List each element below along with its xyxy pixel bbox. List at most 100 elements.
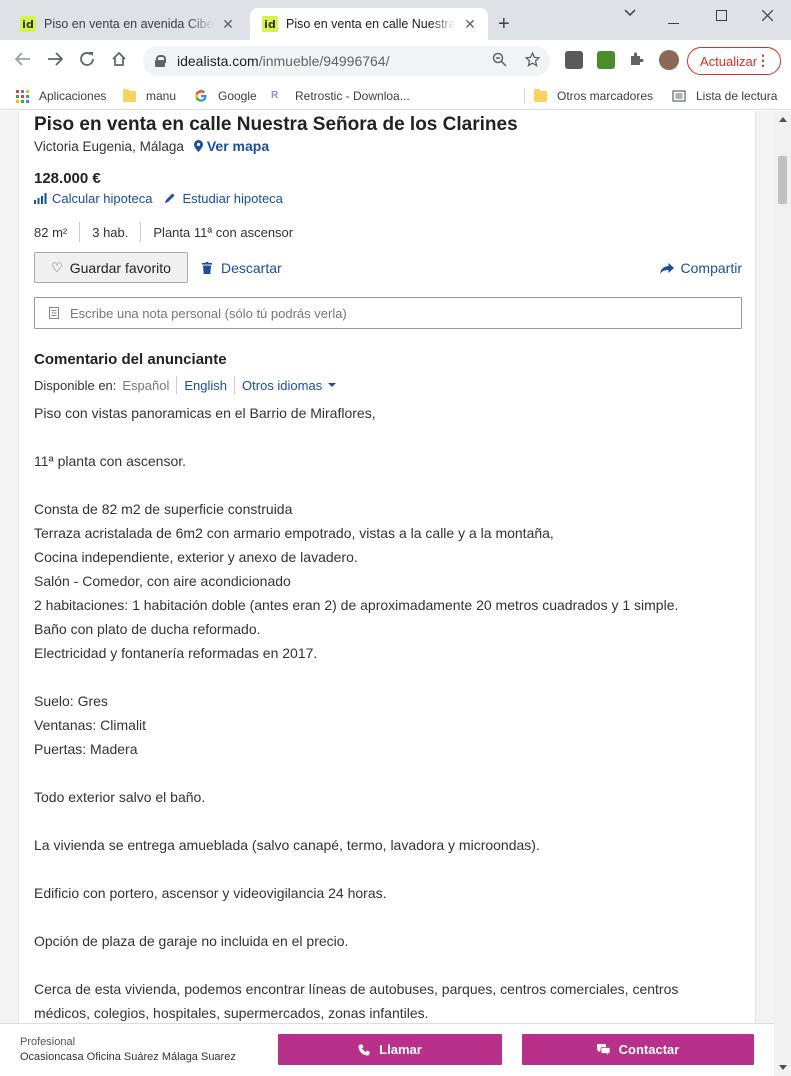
- bookmark-retrostic[interactable]: R Retrostic - Downloa...: [271, 87, 410, 105]
- phone-icon: [358, 1044, 370, 1055]
- tab-title: Piso en venta en avenida Cibeles: [44, 17, 214, 31]
- retrostic-icon: R: [271, 90, 279, 101]
- listing-title: Piso en venta en calle Nuestra Señora de…: [34, 114, 518, 135]
- share-button[interactable]: Compartir: [659, 260, 742, 276]
- description-line: Puertas: Madera: [34, 741, 138, 757]
- chat-icon: [596, 1044, 610, 1055]
- description-line: [34, 473, 742, 497]
- description-line: Ventanas: Climalit: [34, 717, 147, 733]
- zoom-icon[interactable]: [492, 52, 507, 71]
- description-line: [34, 665, 742, 689]
- close-tab-icon[interactable]: ✕: [220, 16, 236, 33]
- description-line: Baño con plato de ducha reformado.: [34, 621, 261, 637]
- mortgage-links: Calcular hipoteca Estudiar hipoteca: [34, 191, 283, 206]
- lang-english[interactable]: English: [176, 376, 234, 394]
- reading-list-icon: [672, 90, 686, 102]
- browser-tab[interactable]: id Piso en venta en avenida Cibeles ✕: [8, 8, 246, 40]
- close-tab-icon[interactable]: ✕: [462, 16, 478, 33]
- map-pin-icon: [193, 140, 203, 152]
- description-line: Electricidad y fontanería reformadas en …: [34, 645, 318, 661]
- close-window-icon[interactable]: [761, 8, 774, 24]
- home-icon[interactable]: [110, 50, 128, 72]
- bookmark-apps[interactable]: Aplicaciones: [16, 87, 106, 105]
- description-line: [34, 953, 742, 977]
- bookmark-manu[interactable]: manu: [123, 87, 176, 105]
- forward-icon[interactable]: [46, 50, 64, 72]
- description-line: 11ª planta con ascensor.: [34, 453, 187, 469]
- extension-icon[interactable]: [597, 51, 615, 69]
- reload-icon[interactable]: [78, 50, 96, 72]
- call-button[interactable]: Llamar: [278, 1034, 502, 1065]
- advertiser-comment-heading: Comentario del anunciante: [34, 351, 227, 368]
- listing-features: 82 m² 3 hab. Planta 11ª con ascensor: [34, 222, 305, 242]
- description-line: Salón - Comedor, con aire acondicionado: [34, 573, 291, 589]
- description-line: Consta de 82 m2 de superficie construida: [34, 501, 293, 517]
- bookmarks-bar: Aplicaciones manu Google R Retrostic - D…: [0, 82, 791, 110]
- bookmarks-divider: [524, 88, 525, 104]
- tab-search-chevron-icon[interactable]: [624, 4, 636, 20]
- view-map-link[interactable]: Ver mapa: [188, 138, 269, 154]
- description-line: médicos, colegios, hospitales, supermerc…: [34, 1005, 429, 1021]
- idealista-favicon-icon: id: [262, 16, 278, 32]
- scroll-thumb[interactable]: [778, 156, 787, 204]
- bookmark-google[interactable]: Google: [194, 87, 257, 105]
- agent-type: Profesional: [20, 1036, 76, 1048]
- description-line: Cerca de esta vivienda, podemos encontra…: [34, 981, 679, 997]
- description-line: Suelo: Gres: [34, 693, 108, 709]
- url-path: /inmueble/94996764/: [258, 53, 390, 69]
- note-placeholder: Escribe una nota personal (sólo tú podrá…: [70, 305, 347, 321]
- description-line: 2 habitaciones: 1 habitación doble (ante…: [34, 597, 679, 613]
- folder-icon: [534, 88, 547, 102]
- apps-grid-icon: [16, 89, 29, 103]
- menu-dots-icon[interactable]: ⋮: [756, 52, 770, 69]
- listing-location: Victoria Eugenia, Málaga Ver mapa: [34, 138, 269, 154]
- description-line: Todo exterior salvo el baño.: [34, 789, 206, 805]
- personal-note-input[interactable]: Escribe una nota personal (sólo tú podrá…: [34, 297, 742, 329]
- study-mortgage-link[interactable]: Estudiar hipoteca: [182, 191, 282, 206]
- extensions-puzzle-icon[interactable]: [628, 51, 644, 71]
- new-tab-icon[interactable]: +: [498, 14, 510, 34]
- feature-area: 82 m²: [34, 224, 68, 240]
- description-line: La vivienda se entrega amueblada (salvo …: [34, 837, 540, 853]
- lock-icon[interactable]: [155, 55, 166, 67]
- scroll-down-icon[interactable]: [779, 1065, 787, 1070]
- description-line: Piso con vistas panoramicas en el Barrio…: [34, 405, 376, 421]
- description-line: [34, 425, 742, 449]
- lang-other-dropdown[interactable]: Otros idiomas: [234, 376, 343, 394]
- maximize-icon[interactable]: [716, 8, 727, 24]
- trash-icon: [202, 262, 212, 274]
- agent-name: Ocasioncasa Oficina Suárez Málaga Suarez: [20, 1051, 236, 1063]
- page-scrollbar[interactable]: [774, 111, 791, 1076]
- feature-floor: Planta 11ª con ascensor: [140, 222, 305, 242]
- bookmark-star-icon[interactable]: [524, 51, 541, 71]
- note-icon: [49, 307, 59, 319]
- extension-icon[interactable]: [565, 51, 583, 69]
- save-favorite-button[interactable]: ♡ Guardar favorito: [34, 252, 188, 283]
- scroll-up-icon[interactable]: [779, 117, 787, 122]
- minimize-icon[interactable]: [668, 12, 679, 28]
- update-browser-button[interactable]: Actualizar ⋮: [687, 47, 781, 75]
- listing-description: Piso con vistas panoramicas en el Barrio…: [34, 401, 742, 1025]
- language-selector: Disponible en: Español English Otros idi…: [34, 376, 343, 394]
- browser-tab-active[interactable]: id Piso en venta en calle Nuestra Se ✕: [250, 8, 488, 40]
- page-viewport: Piso en venta en calle Nuestra Señora de…: [0, 111, 774, 1076]
- idealista-favicon-icon: id: [20, 16, 36, 32]
- contact-button[interactable]: Contactar: [522, 1034, 754, 1065]
- update-label: Actualizar: [700, 53, 758, 69]
- google-icon: [195, 90, 207, 102]
- description-line: [34, 857, 742, 881]
- profile-avatar[interactable]: [659, 50, 679, 70]
- description-line: [34, 761, 742, 785]
- calculate-mortgage-link[interactable]: Calcular hipoteca: [52, 191, 152, 206]
- url-host: idealista.com: [177, 53, 259, 69]
- heart-icon: ♡: [51, 259, 63, 275]
- lang-spanish: Español: [122, 377, 170, 393]
- reading-list[interactable]: Lista de lectura: [672, 87, 777, 105]
- description-line: Cocina independiente, exterior y anexo d…: [34, 549, 358, 565]
- address-bar[interactable]: idealista.com/inmueble/94996764/: [143, 46, 550, 76]
- contact-bar: Profesional Ocasioncasa Oficina Suárez M…: [0, 1023, 774, 1076]
- bookmark-other[interactable]: Otros marcadores: [534, 87, 653, 105]
- discard-button[interactable]: Descartar: [202, 260, 282, 276]
- back-icon[interactable]: [14, 50, 32, 72]
- available-in-label: Disponible en:: [34, 377, 117, 393]
